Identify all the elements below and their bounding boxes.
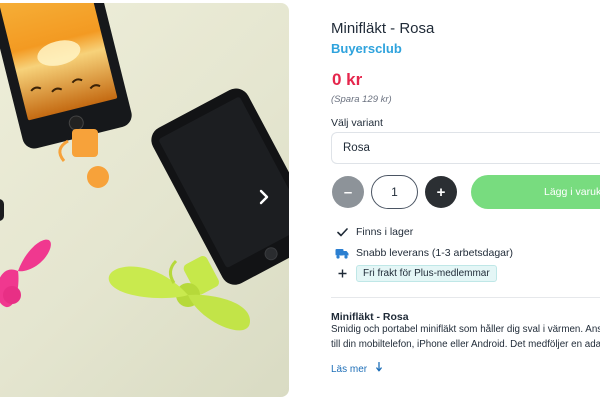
truck-icon	[335, 248, 349, 259]
product-price: 0 kr	[332, 70, 363, 89]
check-icon	[335, 227, 349, 237]
description-text-line-2: till din mobiltelefon, iPhone eller Andr…	[331, 339, 600, 350]
free-shipping-info: Fri frakt för Plus-medlemmar	[335, 265, 497, 282]
variant-label: Välj variant	[331, 117, 383, 129]
stock-status-text: Finns i lager	[356, 226, 414, 238]
read-more-label: Läs mer	[331, 363, 368, 375]
add-to-cart-button[interactable]: Lägg i varukorg	[471, 175, 600, 209]
plus-member-badge[interactable]: Fri frakt för Plus-medlemmar	[356, 265, 497, 282]
variant-select[interactable]: Rosa	[331, 132, 600, 164]
brand-link[interactable]: Buyersclub	[331, 41, 402, 56]
read-more-link[interactable]: Läs mer	[331, 361, 384, 376]
chevron-right-icon	[259, 189, 269, 205]
variant-selected-value: Rosa	[343, 142, 370, 154]
delivery-info: Snabb leverans (1-3 arbetsdagar)	[335, 247, 513, 259]
quantity-decrease-button[interactable]: –	[332, 176, 364, 208]
gallery-next-button[interactable]	[258, 189, 280, 217]
arrow-down-icon	[376, 361, 384, 376]
product-title: Minifläkt - Rosa	[331, 20, 435, 37]
quantity-increase-button[interactable]: +	[425, 176, 457, 208]
stock-status: Finns i lager	[335, 226, 413, 238]
description-title: Minifläkt - Rosa	[331, 311, 409, 323]
section-divider	[331, 297, 600, 298]
product-photo	[0, 3, 289, 331]
delivery-info-text: Snabb leverans (1-3 arbetsdagar)	[356, 247, 514, 259]
add-to-cart-label: Lägg i varukorg	[544, 186, 600, 198]
savings-note: (Spara 129 kr)	[331, 94, 392, 105]
product-image	[0, 3, 289, 397]
plus-icon	[335, 269, 349, 278]
quantity-input[interactable]: 1	[371, 175, 418, 209]
description-text-line-1: Smidig och portabel minifläkt som håller…	[331, 324, 600, 335]
